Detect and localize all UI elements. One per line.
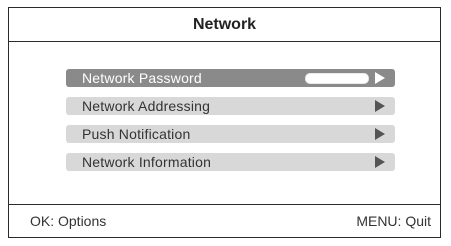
menu-item-network-addressing[interactable]: Network Addressing	[66, 97, 395, 115]
menu-item-label: Push Notification	[82, 126, 191, 142]
menu-item-network-information[interactable]: Network Information	[66, 153, 395, 171]
ok-options-hint: OK: Options	[30, 213, 107, 229]
network-menu: Network Password Network Addressing Push…	[66, 69, 395, 181]
network-dialog: Network Network Password Network Address…	[8, 7, 441, 238]
menu-item-label: Network Information	[82, 154, 212, 170]
menu-item-label: Network Password	[82, 70, 202, 86]
page-title: Network	[9, 8, 440, 42]
triangle-right-icon	[375, 72, 385, 84]
triangle-right-icon	[375, 128, 385, 140]
menu-quit-hint: MENU: Quit	[356, 213, 431, 229]
footer-hints: OK: Options MENU: Quit	[9, 204, 440, 237]
triangle-right-icon	[375, 100, 385, 112]
menu-item-label: Network Addressing	[82, 98, 211, 114]
menu-item-push-notification[interactable]: Push Notification	[66, 125, 395, 143]
password-value-field	[305, 72, 369, 84]
menu-item-network-password[interactable]: Network Password	[66, 69, 395, 87]
triangle-right-icon	[375, 156, 385, 168]
